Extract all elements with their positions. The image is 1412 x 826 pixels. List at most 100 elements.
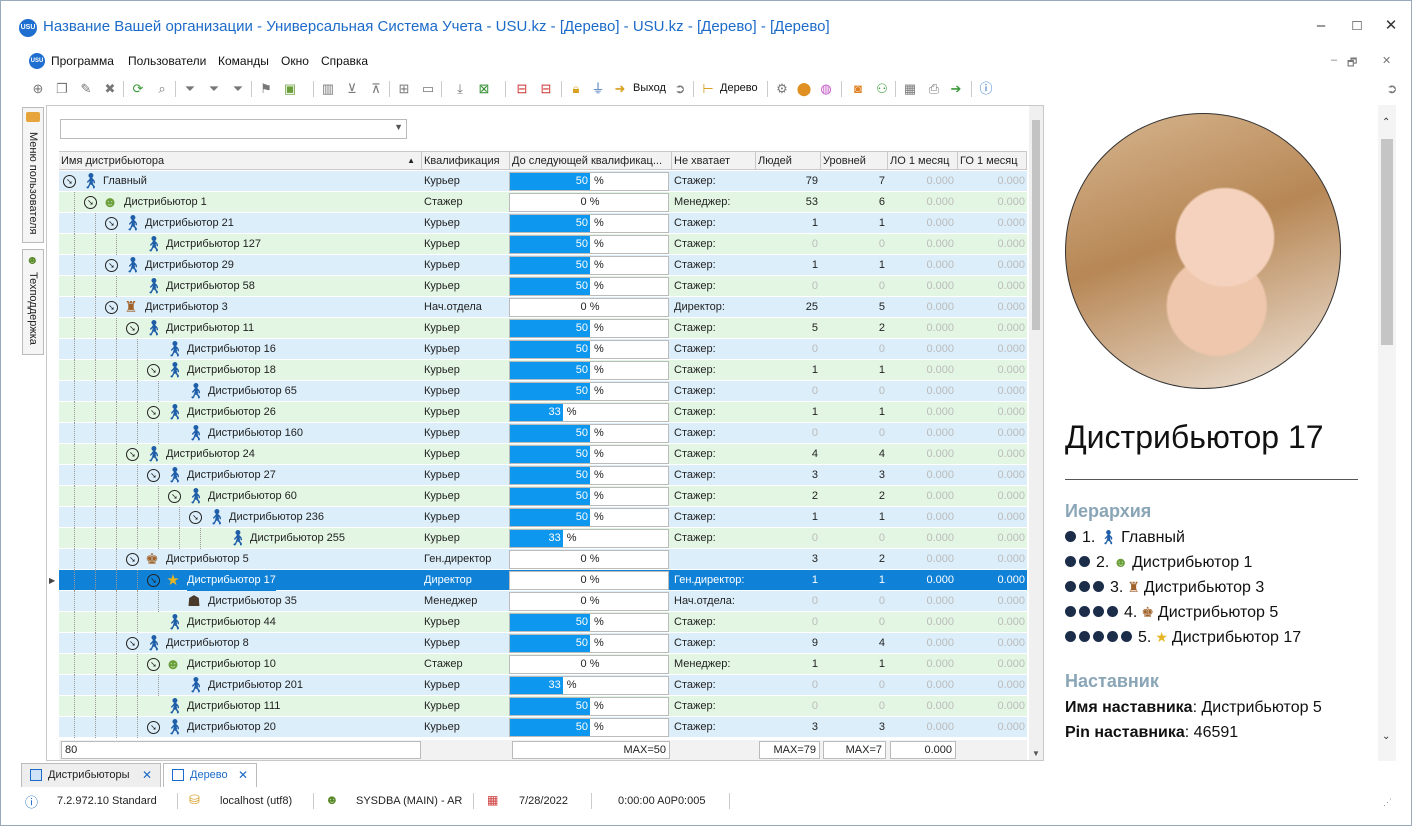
- table-row[interactable]: ➘ 🚶︎ Дистрибьютор 26 Курьер 33% Стажер: 1 1 0.00…: [59, 402, 1027, 423]
- table-row[interactable]: 🚶︎ Дистрибьютор 111 Курьер 50% Стажер: 0 0 0.00…: [59, 696, 1027, 717]
- tab-tree[interactable]: Дерево ✕: [163, 763, 257, 787]
- collapse-icon[interactable]: ➘: [105, 217, 118, 230]
- side-tab-user-menu[interactable]: Меню пользователя: [22, 107, 44, 243]
- col-header-qualification[interactable]: Квалификация: [422, 152, 510, 170]
- col-header-missing[interactable]: Не хватает: [672, 152, 756, 170]
- col-header-name[interactable]: Имя дистрибьютора ▲: [59, 152, 422, 170]
- tree-button[interactable]: Дерево: [720, 82, 758, 94]
- settings-icon[interactable]: ⚙: [773, 80, 791, 98]
- close-icon[interactable]: ✕: [142, 764, 152, 786]
- table-row[interactable]: ➘ 🚶︎ Дистрибьютор 8 Курьер 50% Стажер: 9 4 0.000…: [59, 633, 1027, 654]
- columns-icon[interactable]: ▥: [319, 80, 337, 98]
- chevron-down-icon[interactable]: ▼: [394, 122, 403, 132]
- collapse-icon[interactable]: ➘: [126, 553, 139, 566]
- collapse-icon[interactable]: ➘: [105, 259, 118, 272]
- table-row[interactable]: 🚶︎ Дистрибьютор 255 Курьер 33% Стажер: 0 0 0.00…: [59, 528, 1027, 549]
- mdi-restore-button[interactable]: 🗗: [1347, 54, 1357, 73]
- exit-icon[interactable]: ➜: [611, 80, 629, 98]
- table-row[interactable]: 🚶︎ Дистрибьютор 58 Курьер 50% Стажер: 0 0 0.000…: [59, 276, 1027, 297]
- scroll-down-icon[interactable]: ▼: [1032, 749, 1040, 758]
- expand-all-icon[interactable]: ⊻: [343, 80, 361, 98]
- menu-help[interactable]: Справка: [321, 54, 368, 68]
- close-button[interactable]: ✕: [1376, 13, 1406, 39]
- map-pin-icon[interactable]: ⬤: [795, 80, 813, 98]
- collapse-icon[interactable]: ➘: [147, 469, 160, 482]
- col-header-next-qualification[interactable]: До следующей квалификац...: [510, 152, 672, 170]
- collapse-icon[interactable]: ➘: [147, 658, 160, 671]
- maximize-button[interactable]: □: [1342, 13, 1372, 39]
- side-tab-support[interactable]: ☻ Техподдержка: [22, 249, 44, 355]
- table-row[interactable]: 🚶︎ Дистрибьютор 160 Курьер 50% Стажер: 0 0 0.00…: [59, 423, 1027, 444]
- grid-scrollbar-thumb[interactable]: [1032, 120, 1040, 330]
- excel-icon[interactable]: ⊠: [475, 80, 493, 98]
- table-row[interactable]: ➘ 🚶︎ Дистрибьютор 21 Курьер 50% Стажер: 1 1 0.00…: [59, 213, 1027, 234]
- mdi-close-button[interactable]: ✕: [1382, 54, 1391, 67]
- lock-icon[interactable]: 🔒︎: [567, 80, 585, 98]
- window-close-icon[interactable]: ⊟: [513, 80, 531, 98]
- table-row[interactable]: 🚶︎ Дистрибьютор 16 Курьер 50% Стажер: 0 0 0.000…: [59, 339, 1027, 360]
- filter-icon[interactable]: ⏷: [181, 80, 199, 98]
- edit-icon[interactable]: ✎: [77, 80, 95, 98]
- table-row[interactable]: ➘ ♚ Дистрибьютор 5 Ген.директор 0 % 3 2 0.000 0.…: [59, 549, 1027, 570]
- minimize-button[interactable]: –: [1306, 13, 1336, 39]
- detail-scrollbar[interactable]: ⌃ ⌄: [1378, 105, 1396, 761]
- collapse-icon[interactable]: ➘: [147, 406, 160, 419]
- search-icon[interactable]: ⌕: [153, 80, 171, 98]
- table-row[interactable]: ➘ 🚶︎ Дистрибьютор 24 Курьер 50% Стажер: 4 4 0.00…: [59, 444, 1027, 465]
- flag-icon[interactable]: ⚑: [257, 80, 275, 98]
- collapse-icon[interactable]: ➘: [126, 448, 139, 461]
- table-row[interactable]: ➘ ★ Дистрибьютор 17 Директор 0 % Ген.директор…: [59, 570, 1027, 591]
- menu-commands[interactable]: Команды: [218, 54, 269, 68]
- close-icon[interactable]: ✕: [238, 764, 248, 786]
- delete-icon[interactable]: ✖: [101, 80, 119, 98]
- filter-apply-icon[interactable]: ⏷: [229, 80, 247, 98]
- image-icon[interactable]: ▣: [281, 80, 299, 98]
- col-header-people[interactable]: Людей: [756, 152, 821, 170]
- menu-users[interactable]: Пользователи: [128, 54, 206, 68]
- table-row[interactable]: ➘ 🚶︎ Дистрибьютор 11 Курьер 50% Стажер: 5 2 0.00…: [59, 318, 1027, 339]
- scroll-down-icon[interactable]: ⌄: [1382, 731, 1390, 742]
- rss-icon[interactable]: ◙: [849, 80, 867, 98]
- collapse-icon[interactable]: ➘: [126, 322, 139, 335]
- table-row[interactable]: ➘ 🚶︎ Дистрибьютор 236 Курьер 50% Стажер: 1 1 0.0…: [59, 507, 1027, 528]
- col-header-levels[interactable]: Уровней: [821, 152, 888, 170]
- table-row[interactable]: ➘ 🚶︎ Дистрибьютор 20 Курьер 50% Стажер: 3 3 0.00…: [59, 717, 1027, 738]
- note-icon[interactable]: ▭: [419, 80, 437, 98]
- collapse-icon[interactable]: ➘: [63, 175, 76, 188]
- panel-arrow-icon[interactable]: ➲: [1383, 80, 1401, 98]
- table-row[interactable]: ➘ ☻ Дистрибьютор 10 Стажер 0 % Менеджер: 1 1 0.0…: [59, 654, 1027, 675]
- menu-program[interactable]: Программа: [51, 54, 114, 68]
- table-row[interactable]: 🚶︎ Дистрибьютор 201 Курьер 33% Стажер: 0 0 0.00…: [59, 675, 1027, 696]
- plug-icon[interactable]: ⏚: [589, 80, 607, 98]
- refresh-icon[interactable]: ⟳: [129, 80, 147, 98]
- table-row[interactable]: 🚶︎ Дистрибьютор 65 Курьер 50% Стажер: 0 0 0.000…: [59, 381, 1027, 402]
- collapse-icon[interactable]: ➘: [147, 364, 160, 377]
- table-row[interactable]: ➘ ♜ Дистрибьютор 3 Нач.отдела 0 % Директор: 25…: [59, 297, 1027, 318]
- table-row[interactable]: ☗ Дистрибьютор 35 Менеджер 0 % Нач.отдела: 0 0…: [59, 591, 1027, 612]
- menu-logo-icon[interactable]: USU: [29, 53, 45, 69]
- menu-window[interactable]: Окно: [281, 54, 309, 68]
- copy-icon[interactable]: ❐: [53, 80, 71, 98]
- filter-combo[interactable]: ▼: [60, 119, 407, 139]
- collapse-icon[interactable]: ➘: [147, 721, 160, 734]
- detail-scrollbar-thumb[interactable]: [1381, 139, 1393, 345]
- collapse-all-icon[interactable]: ⊼: [367, 80, 385, 98]
- table-row[interactable]: ➘ 🚶︎ Дистрибьютор 60 Курьер 50% Стажер: 2 2 0.00…: [59, 486, 1027, 507]
- users-icon[interactable]: ⚇: [873, 80, 891, 98]
- grid-scrollbar[interactable]: ▼: [1029, 106, 1043, 760]
- table-row[interactable]: 🚶︎ Дистрибьютор 44 Курьер 50% Стажер: 0 0 0.000…: [59, 612, 1027, 633]
- arrow-circle-icon[interactable]: ➲: [671, 80, 689, 98]
- table-row[interactable]: ➘ 🚶︎ Дистрибьютор 29 Курьер 50% Стажер: 1 1 0.00…: [59, 255, 1027, 276]
- add-icon[interactable]: ⊕: [29, 80, 47, 98]
- col-header-go[interactable]: ГО 1 месяц: [958, 152, 1027, 170]
- scroll-up-icon[interactable]: ⌃: [1382, 117, 1390, 128]
- collapse-icon[interactable]: ➘: [105, 301, 118, 314]
- table-icon[interactable]: ▦: [901, 80, 919, 98]
- filter-clear-icon[interactable]: ⏷: [205, 80, 223, 98]
- table-row[interactable]: ➘ ☻ Дистрибьютор 1 Стажер 0 % Менеджер: 53 6 0.0…: [59, 192, 1027, 213]
- table-row[interactable]: ➘ 🚶︎ Дистрибьютор 27 Курьер 50% Стажер: 3 3 0.00…: [59, 465, 1027, 486]
- add-row-icon[interactable]: ⊞: [395, 80, 413, 98]
- table-row[interactable]: ➘ 🚶︎ Дистрибьютор 18 Курьер 50% Стажер: 1 1 0.00…: [59, 360, 1027, 381]
- print-icon[interactable]: ⎙: [925, 80, 943, 98]
- collapse-icon[interactable]: ➘: [126, 637, 139, 650]
